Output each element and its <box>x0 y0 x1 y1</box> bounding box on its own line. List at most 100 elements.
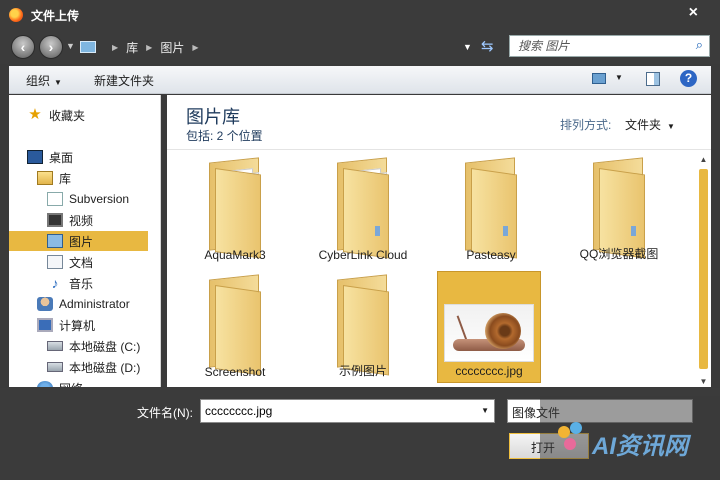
search-input[interactable] <box>518 36 688 56</box>
file-name: 示例图片 <box>338 364 387 378</box>
navigation-pane: ★ 收藏夹 桌面 库 Subversion 视频 图片 文档 ♪ 音乐 Admini… <box>9 95 161 387</box>
folder-item[interactable]: QQ浏览器截图 <box>567 154 671 266</box>
sidebar-item-administrator[interactable]: Administrator <box>37 294 130 314</box>
chevron-down-icon: ▼ <box>54 78 62 87</box>
firefox-icon <box>9 8 23 22</box>
filename-combobox[interactable]: ▼ <box>200 399 495 423</box>
folder-icon <box>593 157 645 259</box>
sidebar-item-pictures[interactable]: 图片 <box>9 231 148 251</box>
folder-icon <box>465 157 517 259</box>
library-locations[interactable]: 包括: 2 个位置 <box>186 127 263 144</box>
back-button[interactable]: ‹ <box>11 35 35 59</box>
folder-item[interactable]: CyberLink Cloud <box>311 154 415 266</box>
arrange-by-label: 排列方式: <box>560 118 612 132</box>
sidebar-item-videos[interactable]: 视频 <box>47 210 93 230</box>
scroll-up-icon[interactable]: ▲ <box>698 155 709 164</box>
network-icon <box>37 381 53 387</box>
computer-icon <box>37 318 53 332</box>
sidebar-item-documents[interactable]: 文档 <box>47 252 93 272</box>
filename-input[interactable] <box>201 400 471 422</box>
file-list-pane: 图片库 包括: 2 个位置 排列方式: 文件夹 ▼ AquaMark3 Cyber… <box>167 95 711 387</box>
folder-item[interactable]: Pasteasy <box>439 154 543 266</box>
file-name: QQ浏览器截图 <box>579 247 659 261</box>
sidebar-item-label: 本地磁盘 (C:) <box>69 339 141 354</box>
file-name: CyberLink Cloud <box>318 248 408 262</box>
chevron-right-icon[interactable]: ▶ <box>146 43 152 52</box>
sidebar-item-favorites[interactable]: ★ 收藏夹 <box>27 105 85 125</box>
help-icon[interactable]: ? <box>680 70 697 87</box>
chevron-right-icon[interactable]: ▶ <box>192 43 198 52</box>
close-button[interactable]: × <box>689 4 698 22</box>
watermark-text: AI资讯网 <box>592 433 688 460</box>
library-icon <box>37 171 53 185</box>
file-name: Screenshot <box>204 365 266 379</box>
forward-button[interactable]: › <box>39 35 63 59</box>
watermark-logo-icon <box>558 426 570 438</box>
folder-icon <box>209 274 261 376</box>
arrange-by-dropdown[interactable]: 文件夹 ▼ <box>625 116 675 133</box>
new-folder-button[interactable]: 新建文件夹 <box>94 72 154 89</box>
sidebar-item-label: Administrator <box>59 297 130 311</box>
sidebar-item-label: 库 <box>59 171 72 186</box>
pictures-library-icon <box>80 41 96 53</box>
documents-icon <box>47 255 63 269</box>
arrange-by-value: 文件夹 <box>625 118 662 132</box>
sidebar-item-subversion[interactable]: Subversion <box>47 189 129 209</box>
view-options-dropdown-icon[interactable]: ▼ <box>615 73 623 82</box>
pictures-icon <box>47 234 63 248</box>
sidebar-item-label: Subversion <box>69 192 130 206</box>
preview-pane-icon[interactable] <box>646 72 660 86</box>
address-history-dropdown-icon[interactable]: ▼ <box>463 42 472 52</box>
user-icon <box>37 297 53 311</box>
recent-pages-dropdown-icon[interactable]: ▼ <box>66 41 75 51</box>
folder-item[interactable]: 示例图片 <box>311 271 415 383</box>
sidebar-item-label: 文档 <box>69 255 94 270</box>
image-file-item[interactable]: cccccccc.jpg <box>437 271 541 383</box>
sidebar-item-disk-c[interactable]: 本地磁盘 (C:) <box>47 336 140 356</box>
folder-item[interactable]: AquaMark3 <box>183 154 287 266</box>
video-icon <box>47 213 63 227</box>
filename-label: 文件名(N): <box>137 406 193 420</box>
title-bar: 文件上传 × <box>0 0 720 30</box>
watermark: AI资讯网 <box>540 396 720 480</box>
folder-item[interactable]: Screenshot <box>183 271 287 383</box>
library-title: 图片库 <box>186 107 240 127</box>
organize-button[interactable]: 组织 ▼ <box>26 72 62 89</box>
sidebar-item-disk-d[interactable]: 本地磁盘 (D:) <box>47 357 140 377</box>
chevron-down-icon: ▼ <box>667 122 675 131</box>
refresh-icon[interactable]: ⇆ <box>481 37 494 55</box>
watermark-logo-petal <box>570 422 582 434</box>
subversion-icon <box>47 192 63 206</box>
sidebar-item-label: 本地磁盘 (D:) <box>69 360 141 375</box>
search-box[interactable]: ⌕ <box>509 35 710 57</box>
sidebar-item-desktop[interactable]: 桌面 <box>27 147 73 167</box>
chevron-down-icon[interactable]: ▼ <box>481 406 489 415</box>
disk-icon <box>47 362 63 372</box>
sidebar-item-computer[interactable]: 计算机 <box>37 315 95 335</box>
change-view-icon[interactable] <box>592 73 606 84</box>
favorites-star-icon: ★ <box>28 106 42 123</box>
scroll-down-icon[interactable]: ▼ <box>698 377 709 386</box>
sidebar-item-label: 音乐 <box>69 276 94 291</box>
music-icon: ♪ <box>51 275 59 291</box>
file-name: AquaMark3 <box>204 248 266 262</box>
sidebar-item-label: 桌面 <box>49 150 74 165</box>
breadcrumb-pictures[interactable]: 图片 <box>160 39 184 56</box>
snail-thumbnail <box>444 304 534 362</box>
sidebar-item-label: 收藏夹 <box>49 108 86 123</box>
sidebar-item-library[interactable]: 库 <box>37 168 71 188</box>
sidebar-item-label: 视频 <box>69 213 94 228</box>
watermark-logo-petal <box>564 438 576 450</box>
desktop-icon <box>27 150 43 164</box>
scrollbar-thumb[interactable] <box>699 169 708 369</box>
search-icon[interactable]: ⌕ <box>696 37 703 53</box>
breadcrumb-library[interactable]: 库 <box>126 39 138 56</box>
organize-label: 组织 <box>26 74 51 88</box>
file-name: cccccccc.jpg <box>455 364 523 378</box>
sidebar-item-network[interactable]: 网络 <box>37 378 83 387</box>
sidebar-item-music[interactable]: ♪ 音乐 <box>47 273 94 293</box>
file-list-scrollbar[interactable]: ▲ ▼ <box>698 155 709 387</box>
file-name: Pasteasy <box>466 248 516 262</box>
chevron-right-icon[interactable]: ▶ <box>112 43 118 52</box>
folder-icon <box>337 274 389 376</box>
